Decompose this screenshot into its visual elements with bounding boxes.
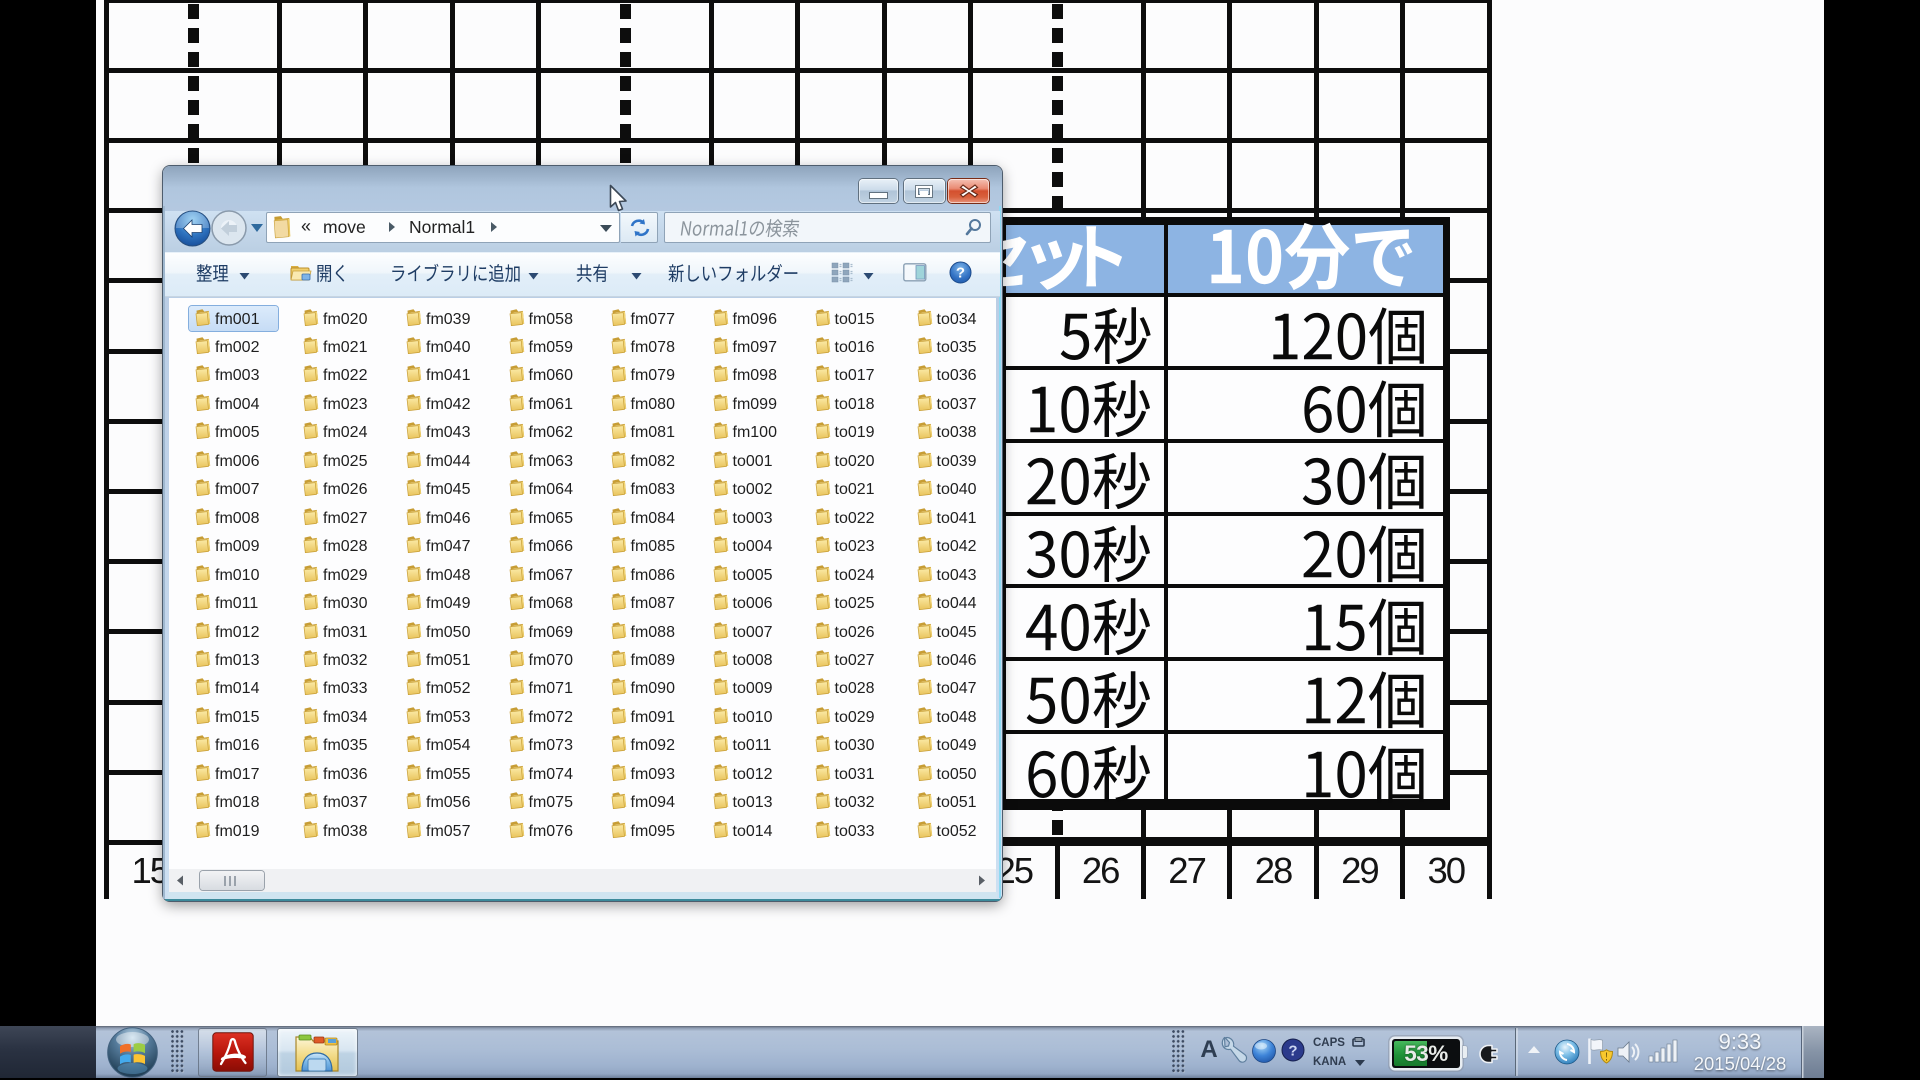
svg-text:?: ? xyxy=(1288,1043,1297,1060)
svg-text:?: ? xyxy=(956,265,965,282)
